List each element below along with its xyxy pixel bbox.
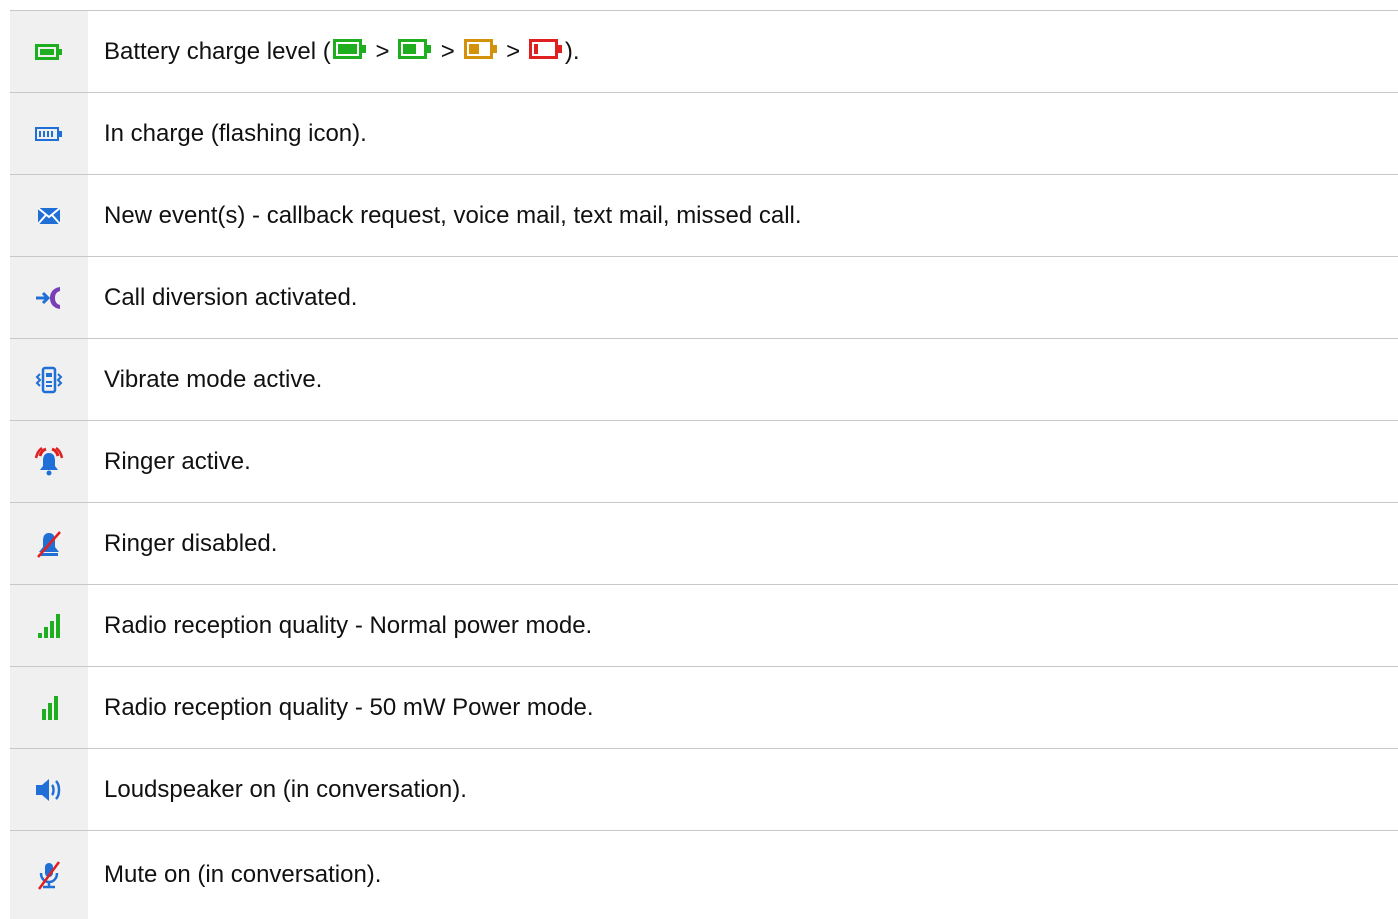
icon-cell [10, 667, 88, 748]
row-description: Battery charge level ( > > >). [88, 11, 1398, 92]
icon-cell [10, 585, 88, 666]
row-description: Ringer active. [104, 447, 251, 475]
row-description: Vibrate mode active. [104, 365, 323, 393]
table-row: New event(s) - callback request, voice m… [10, 175, 1398, 257]
table-row: Ringer disabled. [10, 503, 1398, 585]
battery-full-icon [35, 43, 63, 60]
battery-separator: > [434, 37, 462, 65]
table-row: In charge (flashing icon). [10, 93, 1398, 175]
table-row: Loudspeaker on (in conversation). [10, 749, 1398, 831]
table-row: Mute on (in conversation). [10, 831, 1398, 919]
row-description: Radio reception quality - Normal power m… [104, 611, 593, 639]
table-row: Ringer active. [10, 421, 1398, 503]
loudspeaker-icon [34, 776, 64, 804]
row-description: Mute on (in conversation). [104, 861, 382, 888]
vibrate-icon [35, 365, 63, 395]
call-diversion-icon [34, 284, 64, 312]
table-row: Radio reception quality - 50 mW Power mo… [10, 667, 1398, 749]
row-description: Ringer disabled. [104, 529, 278, 557]
battery-medium-icon [398, 38, 432, 66]
battery-separator: > [499, 37, 527, 65]
mute-microphone-icon [35, 860, 63, 890]
ringer-bell-icon [33, 446, 65, 477]
table-row: Vibrate mode active. [10, 339, 1398, 421]
battery-separator: > [368, 37, 397, 65]
ringer-disabled-icon [34, 529, 64, 559]
icon-cell [10, 831, 88, 919]
icon-cell [10, 503, 88, 584]
battery-low-icon [463, 38, 498, 66]
signal-normal-icon [36, 612, 62, 640]
signal-50mw-icon [36, 694, 62, 722]
battery-empty-icon [528, 38, 563, 66]
icon-legend-table: Battery charge level ( > > >). In charg… [10, 10, 1398, 919]
table-row: Battery charge level ( > > >). [10, 11, 1398, 93]
row-description: New event(s) - callback request, voice m… [104, 201, 802, 229]
battery-text-prefix: Battery charge level ( [104, 37, 331, 65]
battery-text-suffix: ). [564, 37, 580, 65]
icon-cell [10, 339, 88, 420]
row-description: In charge (flashing icon). [104, 119, 367, 147]
row-description: Loudspeaker on (in conversation). [104, 775, 467, 803]
icon-cell [10, 93, 88, 174]
row-description: Call diversion activated. [104, 283, 358, 311]
table-row: Call diversion activated. [10, 257, 1398, 339]
battery-full-icon [332, 38, 367, 66]
table-row: Radio reception quality - Normal power m… [10, 585, 1398, 667]
icon-cell [10, 421, 88, 502]
icon-cell [10, 175, 88, 256]
row-description: Radio reception quality - 50 mW Power mo… [104, 693, 594, 721]
battery-charging-icon [35, 126, 63, 141]
envelope-icon [37, 206, 61, 225]
icon-cell [10, 749, 88, 830]
icon-cell [10, 257, 88, 338]
icon-cell [10, 11, 88, 92]
